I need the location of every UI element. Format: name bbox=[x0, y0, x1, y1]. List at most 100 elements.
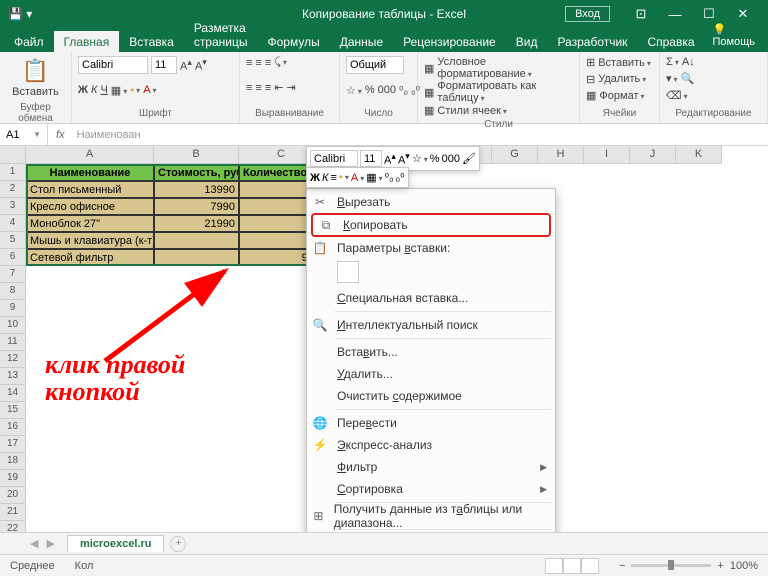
row-header-12[interactable]: 12 bbox=[0, 351, 26, 368]
row-header-14[interactable]: 14 bbox=[0, 385, 26, 402]
minimize-button[interactable]: — bbox=[658, 7, 692, 22]
bold-button[interactable]: Ж bbox=[78, 84, 88, 96]
mini-align-icon[interactable]: ≡ bbox=[330, 172, 336, 184]
mini-paint-icon[interactable]: 🖌 bbox=[462, 152, 476, 165]
decrease-font-icon[interactable]: A▾ bbox=[195, 57, 207, 73]
row-header-19[interactable]: 19 bbox=[0, 470, 26, 487]
align-mid-icon[interactable]: ≡ bbox=[255, 57, 261, 69]
font-size-input[interactable] bbox=[151, 56, 177, 74]
tell-me[interactable]: 💡 Помощь bbox=[705, 19, 764, 52]
currency-icon[interactable]: ☆ bbox=[346, 84, 362, 97]
clear-button[interactable]: ⌫ bbox=[666, 89, 688, 102]
font-color-button[interactable]: A bbox=[143, 84, 156, 96]
view-normal-button[interactable] bbox=[545, 558, 563, 574]
align-right-icon[interactable]: ≡ bbox=[265, 82, 271, 94]
italic-button[interactable]: К bbox=[91, 84, 97, 96]
spreadsheet-grid[interactable]: ABCDEFGHIJK 1234567891011121314151617181… bbox=[0, 146, 768, 532]
sheet-tab[interactable]: microexcel.ru bbox=[67, 535, 165, 552]
table-cell[interactable]: 7990 bbox=[154, 198, 239, 215]
row-header-15[interactable]: 15 bbox=[0, 402, 26, 419]
row-header-9[interactable]: 9 bbox=[0, 300, 26, 317]
align-top-icon[interactable]: ≡ bbox=[246, 57, 252, 69]
col-header-G[interactable]: G bbox=[492, 146, 538, 164]
table-cell[interactable]: 13990 bbox=[154, 181, 239, 198]
context-menu-item[interactable]: Вставить... bbox=[307, 341, 555, 363]
login-button[interactable]: Вход bbox=[565, 6, 610, 22]
percent-icon[interactable]: % bbox=[365, 84, 375, 96]
context-menu-item[interactable]: Фильтр▶ bbox=[307, 456, 555, 478]
row-header-21[interactable]: 21 bbox=[0, 504, 26, 521]
row-header-20[interactable]: 20 bbox=[0, 487, 26, 504]
table-cell[interactable]: Кресло офисное bbox=[26, 198, 154, 215]
table-cell[interactable]: 21990 bbox=[154, 215, 239, 232]
mini-border-icon[interactable]: ▦ bbox=[366, 171, 382, 184]
tab-help[interactable]: Справка bbox=[637, 31, 704, 52]
sheet-nav-next-icon[interactable]: ▶ bbox=[46, 537, 54, 550]
context-menu-item[interactable]: ⚡Экспресс-анализ bbox=[307, 434, 555, 456]
fx-icon[interactable]: fx bbox=[48, 129, 73, 141]
col-header-H[interactable]: H bbox=[538, 146, 584, 164]
table-cell[interactable]: Стол письменный bbox=[26, 181, 154, 198]
row-header-2[interactable]: 2 bbox=[0, 181, 26, 198]
row-header-6[interactable]: 6 bbox=[0, 249, 26, 266]
row-header-16[interactable]: 16 bbox=[0, 419, 26, 436]
table-cell[interactable]: Мышь и клавиатура (к-т) bbox=[26, 232, 154, 249]
indent-dec-icon[interactable]: ⇤ bbox=[274, 81, 283, 94]
comma-icon[interactable]: 000 bbox=[378, 84, 396, 96]
cond-format-button[interactable]: ▦ Условное форматирование bbox=[424, 56, 573, 80]
mini-dec-font-icon[interactable]: A▾ bbox=[398, 151, 410, 167]
table-cell[interactable] bbox=[154, 249, 239, 266]
table-header[interactable]: Наименование bbox=[26, 164, 154, 181]
font-name-input[interactable] bbox=[78, 56, 148, 74]
context-menu-item[interactable]: ⧉Копировать bbox=[311, 213, 551, 237]
underline-button[interactable]: Ч bbox=[100, 84, 107, 96]
zoom-control[interactable]: − + 100% bbox=[619, 560, 758, 572]
sort-filter-icon[interactable]: A↓ bbox=[682, 56, 695, 68]
row-header-13[interactable]: 13 bbox=[0, 368, 26, 385]
border-button[interactable]: ▦ bbox=[111, 84, 127, 97]
row-header-3[interactable]: 3 bbox=[0, 198, 26, 215]
view-break-button[interactable] bbox=[581, 558, 599, 574]
mini-bold-button[interactable]: Ж bbox=[310, 172, 320, 184]
format-table-button[interactable]: ▦ Форматировать как таблицу bbox=[424, 80, 573, 104]
context-menu-item[interactable]: Удалить... bbox=[307, 363, 555, 385]
paste-option[interactable] bbox=[337, 261, 359, 283]
zoom-level[interactable]: 100% bbox=[730, 560, 758, 572]
zoom-out-icon[interactable]: − bbox=[619, 560, 625, 572]
table-cell[interactable]: Моноблок 27" bbox=[26, 215, 154, 232]
align-left-icon[interactable]: ≡ bbox=[246, 82, 252, 94]
mini-inc-font-icon[interactable]: A▴ bbox=[384, 151, 396, 167]
table-header[interactable]: Стоимость, руб. bbox=[154, 164, 239, 181]
number-format-select[interactable] bbox=[346, 56, 404, 74]
mini-italic-button[interactable]: К bbox=[322, 172, 328, 184]
row-header-8[interactable]: 8 bbox=[0, 283, 26, 300]
row-header-17[interactable]: 17 bbox=[0, 436, 26, 453]
mini-font-name[interactable] bbox=[310, 150, 358, 167]
row-header-4[interactable]: 4 bbox=[0, 215, 26, 232]
mini-inc-dec-icon[interactable]: ⁰₀ bbox=[385, 171, 394, 184]
fill-color-button[interactable]: ⬩ bbox=[130, 84, 140, 97]
table-cell[interactable]: Сетевой фильтр bbox=[26, 249, 154, 266]
autosum-button[interactable]: Σ bbox=[666, 56, 679, 68]
align-center-icon[interactable]: ≡ bbox=[255, 82, 261, 94]
paste-button[interactable]: 📋 Вставить bbox=[6, 56, 65, 100]
sheet-nav-prev-icon[interactable]: ◀ bbox=[30, 537, 38, 550]
col-header-J[interactable]: J bbox=[630, 146, 676, 164]
share-button[interactable]: 👤 Поделиться bbox=[763, 19, 768, 52]
row-header-11[interactable]: 11 bbox=[0, 334, 26, 351]
mini-font-color-icon[interactable]: A bbox=[351, 172, 364, 184]
indent-inc-icon[interactable]: ⇥ bbox=[286, 81, 295, 94]
align-bot-icon[interactable]: ≡ bbox=[265, 57, 271, 69]
delete-cells-button[interactable]: ⊟ Удалить bbox=[586, 73, 653, 86]
row-header-1[interactable]: 1 bbox=[0, 164, 26, 181]
context-menu-item[interactable]: 🔍Интеллектуальный поиск bbox=[307, 314, 555, 336]
row-header-10[interactable]: 10 bbox=[0, 317, 26, 334]
mini-comma-icon[interactable]: 000 bbox=[442, 153, 460, 165]
tab-view[interactable]: Вид bbox=[506, 31, 548, 52]
col-header-I[interactable]: I bbox=[584, 146, 630, 164]
fill-button[interactable]: ▾ bbox=[666, 72, 678, 85]
tab-review[interactable]: Рецензирование bbox=[393, 31, 506, 52]
name-box[interactable]: A1 ▼ bbox=[0, 124, 48, 145]
format-cells-button[interactable]: ▦ Формат bbox=[586, 89, 653, 102]
tab-data[interactable]: Данные bbox=[330, 31, 393, 52]
